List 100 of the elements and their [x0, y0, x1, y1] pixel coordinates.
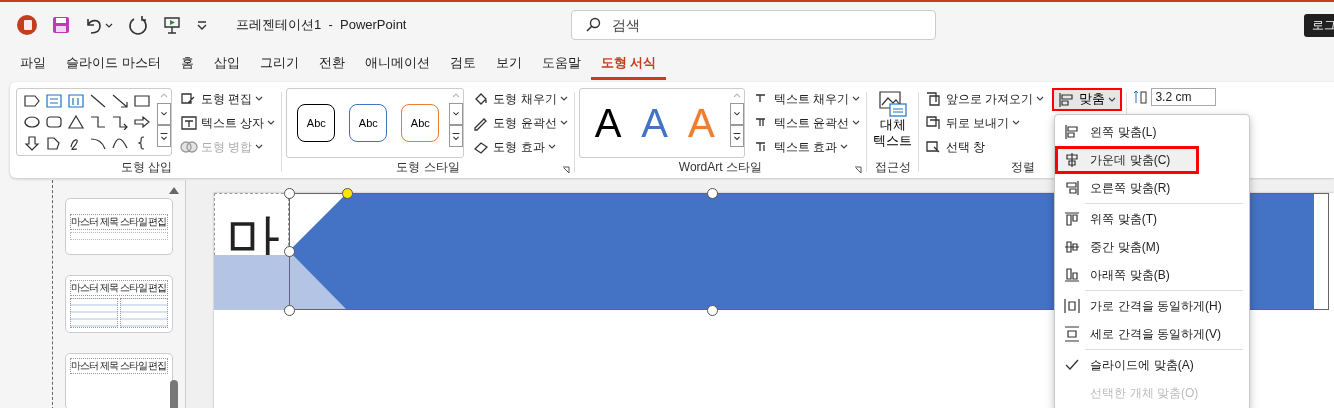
save-icon[interactable] [52, 16, 70, 34]
arc-icon[interactable] [89, 135, 107, 151]
search-field[interactable]: 검색 [570, 10, 936, 40]
align-icon [1063, 179, 1082, 197]
shape-height-icon [1133, 89, 1150, 105]
wordart-preset[interactable]: A [639, 103, 671, 143]
gallery-more-icon[interactable] [449, 125, 464, 147]
align-button[interactable]: 맞춤 [1052, 88, 1123, 111]
group-label: 정렬 [1010, 159, 1035, 176]
ribbon-command[interactable]: 도형 편집 [178, 88, 278, 110]
group-label: 도형 삽입 [121, 159, 173, 176]
menu-item[interactable]: 중간 맞춤(M) [1055, 233, 1250, 261]
ribbon-tab[interactable]: 슬라이드 마스터 [56, 48, 171, 80]
align-icon [1063, 266, 1082, 284]
dialog-launcher-icon[interactable] [854, 166, 863, 174]
ribbon-tab[interactable]: 검토 [439, 48, 486, 80]
triangle-icon[interactable] [67, 114, 85, 130]
ribbon-command[interactable]: 도형 효과 [470, 136, 570, 158]
group-label: WordArt 스타일 [678, 159, 762, 176]
text-box-icon [180, 115, 198, 131]
gallery-more-icon[interactable] [729, 125, 744, 147]
menu-item[interactable]: 왼쪽 맞춤(L) [1055, 118, 1250, 146]
powerpoint-logo-icon [16, 14, 38, 36]
shape-style-preset[interactable]: Abc [349, 104, 388, 142]
ribbon-tab[interactable]: 그리기 [249, 48, 309, 80]
gallery-down-icon[interactable] [157, 103, 171, 125]
resize-handle[interactable] [707, 188, 718, 199]
caret-icon [255, 96, 264, 102]
customize-caret-icon[interactable] [196, 19, 208, 31]
menu-item[interactable]: 가로 간격을 동일하게(H) [1055, 292, 1250, 320]
freeform-icon[interactable] [45, 135, 63, 151]
scrollbar-thumb[interactable] [170, 380, 178, 408]
presentation-icon[interactable] [162, 15, 182, 35]
thumbnail-title: 마스터 제목 스타일 편집 [70, 280, 168, 297]
caret-icon [559, 96, 568, 102]
ribbon-tab[interactable]: 파일 [10, 48, 56, 80]
shape-style-preset[interactable]: Abc [401, 104, 440, 142]
arrow-line-icon[interactable] [111, 93, 129, 109]
ribbon-command[interactable]: 텍스트 윤곽선 [750, 112, 863, 134]
ribbon-command[interactable]: 선택 창 [923, 136, 1047, 158]
alt-text-button[interactable]: 대체 텍스트 [871, 88, 915, 152]
picture-text-icon [877, 90, 908, 118]
shape-style-preset[interactable]: Abc [297, 104, 336, 142]
ribbon-command[interactable]: 도형 윤곽선 [470, 112, 570, 134]
height-field[interactable]: 3.2 cm [1151, 88, 1217, 106]
gallery-down-icon[interactable] [449, 103, 464, 125]
ribbon-tab[interactable]: 애니메이션 [354, 48, 440, 80]
ribbon-tab[interactable]: 삽입 [203, 48, 250, 80]
menu-item[interactable]: 슬라이드에 맞춤(A) [1055, 351, 1250, 379]
dialog-launcher-icon[interactable] [561, 166, 570, 174]
gallery-down-icon[interactable] [729, 103, 744, 125]
wordart-preset[interactable]: A [592, 103, 624, 143]
slide-thumbnail[interactable]: 마스터 제목 스타일 편집 [65, 352, 173, 408]
menu-item[interactable]: 오른쪽 맞춤(R) [1055, 174, 1250, 202]
align-icon [1063, 210, 1082, 228]
resize-handle[interactable] [284, 305, 295, 316]
menu-item[interactable]: 위쪽 맞춤(T) [1055, 205, 1250, 233]
ribbon-command[interactable]: 텍스트 효과 [750, 136, 863, 158]
ribbon-tab[interactable]: 보기 [485, 48, 532, 80]
curve-icon[interactable] [111, 135, 129, 151]
menu-item[interactable]: 세로 간격을 동일하게(V) [1055, 320, 1250, 348]
ribbon-tab[interactable]: 도움말 [531, 48, 591, 80]
caret-icon [852, 120, 861, 126]
ribbon-tab[interactable]: 전환 [308, 48, 355, 80]
line-icon[interactable] [89, 93, 107, 109]
caret-icon [267, 120, 276, 126]
caret-icon [1108, 96, 1117, 103]
caret-icon [1012, 120, 1021, 126]
pentagon-arrow-icon[interactable] [23, 93, 41, 109]
resize-handle[interactable] [284, 188, 295, 199]
gallery-more-icon[interactable] [157, 125, 171, 147]
menu-item[interactable]: 가운데 맞춤(C) [1055, 146, 1200, 174]
rectangle-icon[interactable] [133, 93, 151, 109]
thumbnail-title: 마스터 제목 스타일 편집 [70, 213, 168, 230]
redo-icon[interactable] [128, 15, 148, 35]
caret-icon [559, 120, 568, 126]
ribbon-command[interactable]: 텍스트 채우기 [750, 88, 863, 110]
ribbon-command[interactable]: 도형 채우기 [470, 88, 570, 110]
resize-handle[interactable] [707, 305, 718, 316]
ribbon-tab[interactable]: 홈 [170, 48, 204, 80]
merge-shapes-icon [180, 139, 198, 155]
elbow-arrow-icon[interactable] [111, 114, 129, 130]
slide-thumbnail[interactable]: 마스터 제목 스타일 편집 [65, 198, 173, 256]
thumbnail-title: 마스터 제목 스타일 편집 [70, 357, 168, 374]
ribbon-command[interactable]: 텍스트 상자 [178, 112, 278, 134]
right-arrow-icon[interactable] [133, 114, 151, 130]
search-icon [584, 17, 601, 33]
align-icon [1063, 238, 1082, 256]
adjust-handle[interactable] [342, 188, 353, 199]
ribbon-command[interactable]: 뒤로 보내기 [923, 112, 1047, 134]
slide-thumbnail[interactable]: 마스터 제목 스타일 편집 [65, 275, 173, 333]
window-title: 프레젠테이션1 - PowerPoint [236, 16, 407, 34]
down-arrow-icon[interactable] [23, 135, 41, 151]
resize-handle[interactable] [284, 246, 295, 257]
menu-item[interactable]: 아래쪽 맞춤(B) [1055, 261, 1250, 289]
elbow-connector-icon[interactable] [89, 114, 107, 130]
align-icon [1063, 325, 1082, 343]
scroll-up-icon[interactable] [169, 186, 179, 194]
ribbon-command[interactable]: 앞으로 가져오기 [923, 88, 1047, 110]
group-label: 도형 스타일 [396, 159, 460, 176]
